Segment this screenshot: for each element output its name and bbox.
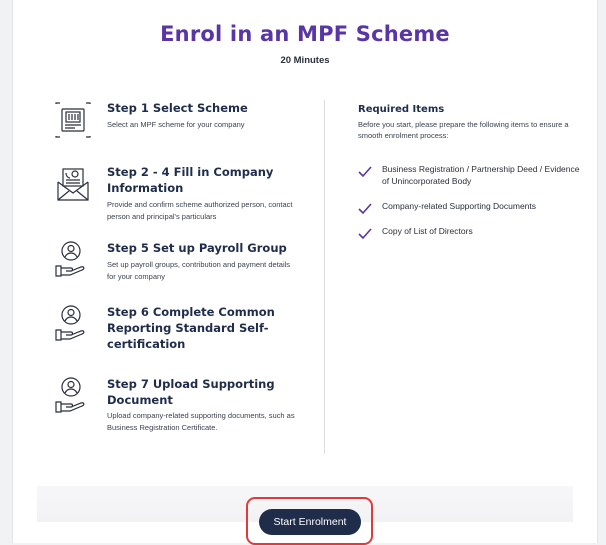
person-hand-icon	[55, 241, 85, 277]
step-description: Set up payroll groups, contribution and …	[107, 260, 291, 281]
check-icon	[358, 203, 372, 215]
check-icon	[358, 228, 372, 240]
required-item-label: Copy of List of Directors	[382, 226, 473, 236]
step-title: Step 6 Complete Common Reporting Standar…	[107, 305, 275, 351]
column-divider	[324, 100, 325, 454]
required-item-label: Business Registration / Partnership Deed…	[382, 164, 580, 186]
required-item-label: Company-related Supporting Documents	[382, 201, 537, 211]
person-hand-icon	[55, 377, 85, 413]
step-title: Step 2 - 4 Fill in Company Information	[107, 165, 274, 195]
page-title: Enrol in an MPF Scheme	[160, 22, 450, 46]
step-description: Upload company-related supporting docume…	[107, 411, 295, 432]
start-enrolment-button[interactable]: Start Enrolment	[259, 509, 361, 535]
duration-label: 20 Minutes	[280, 55, 330, 66]
step-title: Step 1 Select Scheme	[107, 101, 248, 115]
building-document-icon	[55, 102, 91, 138]
step-description: Provide and confirm scheme authorized pe…	[107, 200, 293, 221]
step-title: Step 5 Set up Payroll Group	[107, 241, 287, 255]
required-items-title: Required Items	[358, 104, 445, 115]
enrolment-card: Enrol in an MPF Scheme 20 Minutes Step 1…	[12, 0, 598, 545]
contact-envelope-icon	[57, 168, 89, 201]
step-title: Step 7 Upload Supporting Document	[107, 377, 275, 407]
step-description: Select an MPF scheme for your company	[107, 120, 245, 129]
check-icon	[358, 166, 372, 178]
person-hand-icon	[55, 305, 85, 341]
required-items-intro: Before you start, please prepare the fol…	[358, 120, 569, 140]
